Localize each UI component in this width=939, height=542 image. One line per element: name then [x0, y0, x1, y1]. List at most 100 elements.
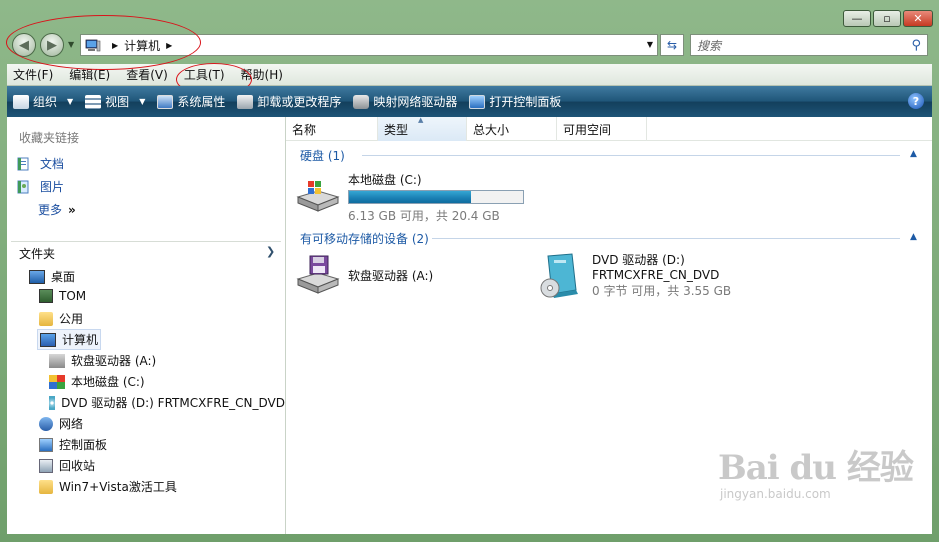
computer-icon: [85, 39, 101, 51]
tree-item-network[interactable]: 网络: [39, 415, 83, 432]
favorite-more[interactable]: 更多 »: [38, 201, 76, 218]
command-bar: 组织 ▼ 视图 ▼ 系统属性 卸载或更改程序 映射网络驱动器 打开控制面板 ?: [7, 86, 932, 117]
favorite-documents-label: 文档: [40, 157, 65, 171]
tree-item-control-panel[interactable]: 控制面板: [39, 436, 107, 453]
dvd-drive-icon: [540, 253, 578, 298]
uninstall-button[interactable]: 卸载或更改程序: [237, 93, 341, 110]
group-removable[interactable]: 有可移动存储的设备 (2) ▲: [300, 230, 917, 247]
map-network-drive-button[interactable]: 映射网络驱动器: [353, 93, 457, 110]
address-dropdown-icon[interactable]: ▼: [647, 40, 653, 49]
control-panel-icon: [39, 437, 53, 452]
tree-item-computer[interactable]: 计算机: [37, 329, 102, 350]
drive-d[interactable]: DVD 驱动器 (D:) FRTMCXFRE_CN_DVD 0 字节 可用，共 …: [538, 251, 731, 301]
tree-label: 本地磁盘 (C:): [71, 375, 145, 389]
search-icon[interactable]: ⚲: [911, 38, 921, 53]
navigation-pane: 收藏夹链接 文档 图片 更多 » 文件夹 ❯ 桌面 TOM 公用 计算机 软盘驱…: [7, 117, 286, 534]
column-name[interactable]: 名称: [286, 117, 378, 141]
tree-item-desktop[interactable]: 桌面: [29, 268, 75, 285]
tree-item-dvd-d[interactable]: DVD 驱动器 (D:) FRTMCXFRE_CN_DVD: [49, 394, 285, 411]
column-label: 总大小: [473, 122, 510, 137]
uninstall-icon: [237, 94, 254, 109]
content-pane: 名称 ▲ 类型 总大小 可用空间 硬盘 (1) ▲ 本地磁盘 (C:) 6.13 …: [286, 116, 932, 534]
refresh-button[interactable]: ⇆: [660, 34, 684, 56]
column-label: 名称: [292, 122, 317, 137]
chevron-down-icon[interactable]: ❯: [266, 245, 275, 258]
column-type[interactable]: ▲ 类型: [378, 116, 467, 141]
tree-label: 软盘驱动器 (A:): [71, 354, 157, 368]
organize-label: 组织: [33, 95, 58, 109]
menu-bar: 文件(F) 编辑(E) 查看(V) 工具(T) 帮助(H): [7, 64, 932, 86]
windows-drive-icon: [296, 181, 340, 212]
system-properties-button[interactable]: 系统属性: [157, 93, 225, 110]
drive-c-free-space: 6.13 GB 可用，共 20.4 GB: [348, 209, 500, 223]
folder-icon: [39, 311, 53, 326]
floppy-drive-icon: [49, 353, 65, 368]
column-headers: 名称 ▲ 类型 总大小 可用空间: [286, 116, 932, 141]
search-placeholder: 搜索: [697, 38, 722, 53]
breadcrumb-separator-icon[interactable]: ▶: [166, 41, 172, 50]
more-chevron-icon: »: [68, 202, 76, 217]
tree-label: 计算机: [62, 333, 99, 347]
group-divider: [432, 238, 900, 239]
favorite-pictures[interactable]: 图片: [17, 178, 64, 195]
column-free-space[interactable]: 可用空间: [557, 117, 647, 141]
tree-item-floppy[interactable]: 软盘驱动器 (A:): [49, 352, 156, 369]
breadcrumb-computer[interactable]: 计算机: [124, 37, 160, 54]
collapse-icon[interactable]: ▲: [910, 149, 917, 159]
map-network-drive-label: 映射网络驱动器: [373, 95, 458, 109]
drive-a[interactable]: 软盘驱动器 (A:): [294, 253, 433, 297]
documents-icon: [17, 157, 29, 170]
organize-button[interactable]: 组织 ▼: [13, 93, 73, 110]
recent-pages-dropdown-icon[interactable]: ▼: [68, 40, 74, 49]
sort-ascending-icon: ▲: [418, 116, 424, 124]
drive-d-free-space: 0 字节 可用，共 3.55 GB: [592, 284, 732, 298]
drive-c-name: 本地磁盘 (C:): [348, 173, 422, 187]
collapse-icon[interactable]: ▲: [910, 232, 917, 242]
menu-edit[interactable]: 编辑(E): [69, 66, 110, 83]
forward-button[interactable]: ▶: [40, 33, 64, 57]
column-total-size[interactable]: 总大小: [467, 117, 557, 141]
tree-item-public[interactable]: 公用: [39, 310, 83, 327]
tree-label: Win7+Vista激活工具: [59, 480, 177, 494]
network-icon: [39, 416, 53, 431]
back-arrow-icon: ◀: [19, 37, 29, 53]
favorite-links-title: 收藏夹链接: [19, 131, 80, 145]
maximize-button[interactable]: ▫: [873, 10, 901, 27]
system-properties-label: 系统属性: [177, 95, 226, 109]
tree-item-tom[interactable]: TOM: [39, 289, 86, 303]
computer-icon: [40, 332, 56, 347]
menu-view[interactable]: 查看(V): [126, 66, 168, 83]
column-label: 可用空间: [563, 122, 612, 137]
dvd-drive-icon: [49, 395, 56, 410]
menu-tools[interactable]: 工具(T): [184, 66, 225, 83]
menu-help[interactable]: 帮助(H): [241, 66, 283, 83]
close-button[interactable]: ✕: [903, 10, 933, 27]
tree-item-local-disk-c[interactable]: 本地磁盘 (C:): [49, 373, 145, 390]
open-control-panel-button[interactable]: 打开控制面板: [469, 93, 561, 110]
drive-c[interactable]: 本地磁盘 (C:) 6.13 GB 可用，共 20.4 GB: [294, 171, 524, 224]
desktop-icon: [29, 269, 45, 284]
minimize-button[interactable]: —: [843, 10, 871, 27]
tree-label: TOM: [59, 289, 87, 303]
group-label: 有可移动存储的设备 (2): [300, 232, 429, 246]
breadcrumb-separator-icon[interactable]: ▶: [112, 41, 118, 50]
search-input[interactable]: 搜索 ⚲: [690, 34, 928, 56]
tree-item-activation-tool[interactable]: Win7+Vista激活工具: [39, 478, 177, 495]
help-icon[interactable]: ?: [908, 93, 924, 109]
forward-arrow-icon: ▶: [47, 37, 57, 53]
menu-file[interactable]: 文件(F): [13, 66, 53, 83]
group-hard-disks[interactable]: 硬盘 (1) ▲: [300, 147, 917, 164]
chevron-down-icon: ▼: [139, 97, 146, 106]
address-row: ◀ ▶ ▼ ▶ 计算机 ▶ ▼ ⇆ 搜索 ⚲: [0, 30, 939, 60]
back-button[interactable]: ◀: [12, 33, 36, 57]
folders-header[interactable]: 文件夹 ❯: [19, 245, 275, 262]
favorite-documents[interactable]: 文档: [17, 155, 64, 172]
views-label: 视图: [105, 95, 130, 109]
views-button[interactable]: 视图 ▼: [85, 93, 145, 110]
views-icon: [85, 94, 102, 109]
uninstall-label: 卸载或更改程序: [257, 95, 342, 109]
address-bar[interactable]: ▶ 计算机 ▶ ▼: [80, 34, 658, 56]
tree-label: 公用: [59, 312, 84, 326]
chevron-down-icon: ▼: [67, 97, 74, 106]
tree-item-recycle-bin[interactable]: 回收站: [39, 457, 95, 474]
